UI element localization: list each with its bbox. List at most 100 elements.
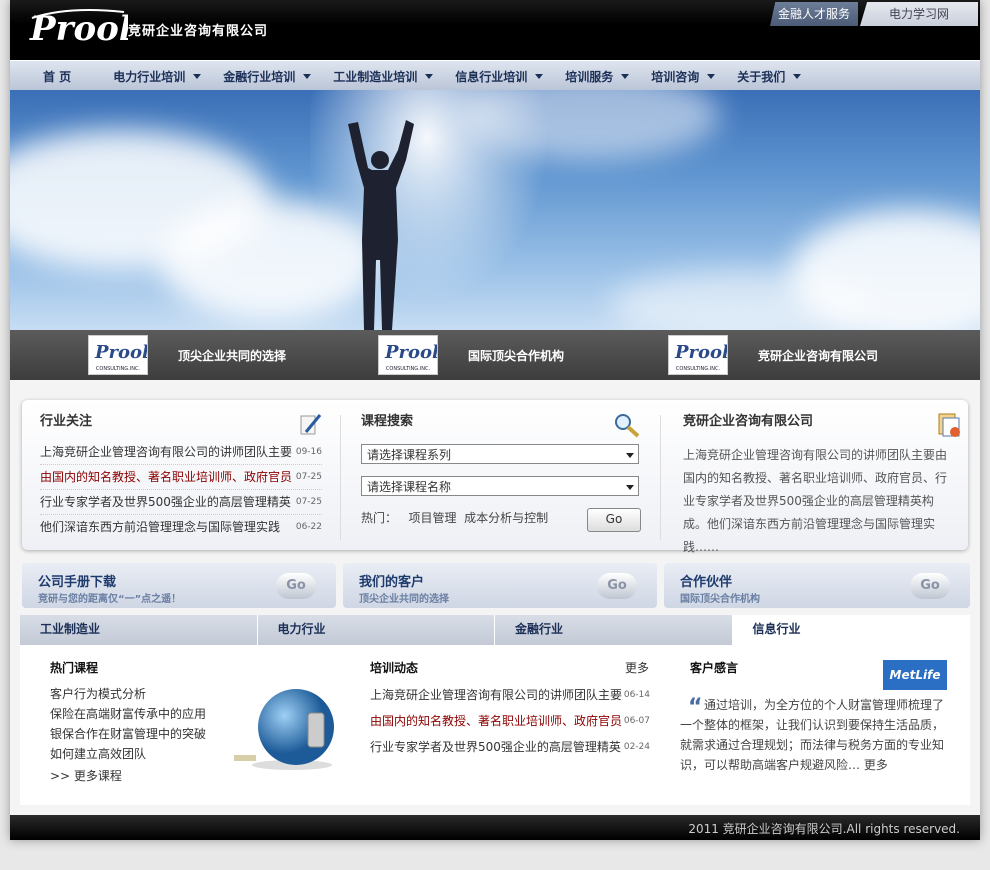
news-title[interactable]: 上海竞研企业管理咨询有限公司的讲师团队主要 (40, 440, 292, 464)
list-item[interactable]: 上海竞研企业管理咨询有限公司的讲师团队主要 09-16 (40, 440, 322, 465)
hot-courses-title: 热门课程 (50, 661, 99, 675)
news-title[interactable]: 行业专家学者及世界500强企业的高层管理精英 (370, 734, 621, 760)
nav-home-label[interactable]: 首 页 (43, 68, 71, 85)
nav-label[interactable]: 培训服务 (565, 68, 613, 85)
prool-logo[interactable]: Prool (28, 6, 128, 50)
hot-keyword[interactable]: 项目管理 (408, 511, 456, 525)
course-search: 课程搜索 请选择课程系列 请选择课程名称 热门： 项目管理 成本分析与控制 Go (361, 410, 641, 550)
divider (340, 415, 341, 540)
nav-it-training[interactable]: 信息行业培训 (455, 68, 544, 85)
nav-label[interactable]: 电力行业培训 (113, 68, 185, 85)
course-series-select[interactable]: 请选择课程系列 (361, 444, 639, 464)
testimonial-title: 客户感言 (690, 661, 739, 675)
copyright: 2011 竞研企业咨询有限公司.All rights reserved. (688, 822, 960, 836)
tab-finance-talent[interactable]: 金融人才服务 (770, 2, 858, 26)
company-intro: 竞研企业咨询有限公司 上海竞研企业管理咨询有限公司的讲师团队主要由国内的知名教授… (683, 410, 960, 554)
header: Prool 竞研企业咨询有限公司 金融人才服务 电力学习网 (10, 0, 980, 60)
feature-text: 国际顶尖合作机构 (468, 348, 565, 363)
quick-link-clients[interactable]: 我们的客户 顶尖企业共同的选择 Go (343, 563, 657, 608)
news-title[interactable]: 他们深谙东西方前沿管理理念与国际管理实践 (40, 515, 280, 539)
nav-label[interactable]: 金融行业培训 (223, 68, 295, 85)
notepad-icon (300, 414, 322, 435)
nav-about[interactable]: 关于我们 (737, 68, 802, 85)
news-title[interactable]: 由国内的知名教授、著名职业培训师、政府官员 (40, 465, 292, 489)
course-link[interactable]: 如何建立高效团队 (50, 745, 146, 762)
page: Prool 竞研企业咨询有限公司 金融人才服务 电力学习网 首 页 电力行业培训… (10, 0, 980, 840)
nav-label[interactable]: 关于我们 (737, 68, 785, 85)
news-date: 02-24 (623, 742, 650, 752)
man-silhouette (348, 120, 414, 330)
feature-item[interactable]: Prool CONSULTING.INC. 竞研企业咨询有限公司 (668, 330, 878, 380)
svg-text:Prool: Prool (674, 342, 727, 363)
chevron-down-icon (303, 73, 312, 79)
course-link[interactable]: 银保合作在财富管理中的突破 (50, 725, 206, 742)
industry-tabs: 工业制造业 电力行业 金融行业 信息行业 (20, 615, 970, 645)
quick-link-title: 公司手册下载 (38, 575, 117, 590)
nav-power-training[interactable]: 电力行业培训 (113, 68, 202, 85)
divider (660, 415, 661, 540)
training-news-title: 培训动态 (370, 661, 419, 675)
news-date: 09-16 (295, 447, 322, 457)
nav-training-consult[interactable]: 培训咨询 (651, 68, 716, 85)
nav-label[interactable]: 工业制造业培训 (333, 68, 417, 85)
list-item[interactable]: 上海竞研企业管理咨询有限公司的讲师团队主要 06-14 (370, 682, 650, 708)
feature-item[interactable]: Prool CONSULTING.INC. 顶尖企业共同的选择 (88, 330, 286, 380)
list-item[interactable]: 他们深谙东西方前沿管理理念与国际管理实践 06-22 (40, 515, 322, 539)
news-title[interactable]: 由国内的知名教授、著名职业培训师、政府官员 (370, 708, 622, 734)
documents-icon (938, 413, 960, 437)
select-value: 请选择课程名称 (367, 480, 452, 494)
more-courses-link[interactable]: >> 更多课程 (50, 767, 122, 784)
quick-link-partners[interactable]: 合作伙伴 国际顶尖合作机构 Go (664, 563, 970, 608)
search-icon (615, 414, 640, 438)
dropdown-arrow-icon (626, 485, 634, 490)
tab-manufacturing[interactable]: 工业制造业 (20, 615, 258, 645)
feature-text: 竞研企业咨询有限公司 (758, 348, 879, 363)
tab-information[interactable]: 信息行业 (732, 615, 970, 645)
news-date: 06-22 (295, 522, 322, 532)
logo-caption: CONSULTING.INC. (675, 366, 721, 372)
go-button[interactable]: Go (276, 573, 316, 599)
news-title[interactable]: 上海竞研企业管理咨询有限公司的讲师团队主要 (370, 682, 622, 708)
consulting-logo: Prool CONSULTING.INC. (88, 335, 149, 375)
tab-power-learning[interactable]: 电力学习网 (860, 2, 978, 26)
news-title[interactable]: 行业专家学者及世界500强企业的高层管理精英 (40, 490, 291, 514)
svg-text:Prool: Prool (94, 342, 147, 363)
industry-news: 行业关注 上海竞研企业管理咨询有限公司的讲师团队主要 09-16 由国内的知名教授… (40, 410, 322, 550)
nav-industry-training[interactable]: 工业制造业培训 (333, 68, 434, 85)
nav-label[interactable]: 培训咨询 (651, 68, 699, 85)
nav-home[interactable]: 首 页 (43, 68, 71, 85)
globe-icon (234, 689, 334, 770)
search-go-button[interactable]: Go (587, 508, 641, 532)
list-item[interactable]: 由国内的知名教授、著名职业培训师、政府官员 07-25 (40, 465, 322, 490)
svg-text:Prool: Prool (384, 342, 437, 363)
go-button[interactable]: Go (910, 573, 950, 599)
testimonial-body: 通过培训，为全方位的个人财富管理师梳理了一个整体的框架，让我们认识到要保持生活品… (680, 698, 945, 772)
tab-power[interactable]: 电力行业 (257, 615, 495, 645)
go-button[interactable]: Go (597, 573, 637, 599)
nav-finance-training[interactable]: 金融行业培训 (223, 68, 312, 85)
course-link[interactable]: 客户行为模式分析 (50, 685, 146, 702)
feature-item[interactable]: Prool CONSULTING.INC. 国际顶尖合作机构 (378, 330, 564, 380)
course-link[interactable]: 保险在高端财富传承中的应用 (50, 705, 206, 722)
course-name-select[interactable]: 请选择课程名称 (361, 476, 639, 496)
chevron-down-icon (707, 73, 716, 79)
metlife-logo: MetLife (883, 660, 947, 690)
quick-link-subtitle: 国际顶尖合作机构 (680, 594, 760, 605)
consulting-logo: Prool CONSULTING.INC. (378, 335, 439, 375)
quick-link-subtitle: 顶尖企业共同的选择 (359, 594, 449, 605)
list-item[interactable]: 行业专家学者及世界500强企业的高层管理精英 07-25 (40, 490, 322, 515)
list-item[interactable]: 行业专家学者及世界500强企业的高层管理精英 02-24 (370, 734, 650, 760)
nav-training-service[interactable]: 培训服务 (565, 68, 630, 85)
quick-link-brochure[interactable]: 公司手册下载 竞研与您的距离仅“一”点之遥！ Go (22, 563, 336, 608)
nav-label[interactable]: 信息行业培训 (455, 68, 527, 85)
tab-finance[interactable]: 金融行业 (495, 615, 733, 645)
consulting-logo: Prool CONSULTING.INC. (668, 335, 729, 375)
footer: 2011 竞研企业咨询有限公司.All rights reserved. (10, 815, 980, 840)
hot-keyword[interactable]: 成本分析与控制 (464, 511, 548, 525)
quick-link-title: 我们的客户 (359, 575, 425, 590)
company-name: 竞研企业咨询有限公司 (128, 24, 269, 39)
list-item[interactable]: 由国内的知名教授、著名职业培训师、政府官员 06-07 (370, 708, 650, 734)
more-link[interactable]: 更多 (625, 659, 649, 676)
testimonial-text: 通过培训，为全方位的个人财富管理师梳理了一个整体的框架，让我们认识到要保持生活品… (680, 695, 950, 775)
news-date: 07-25 (295, 472, 322, 482)
